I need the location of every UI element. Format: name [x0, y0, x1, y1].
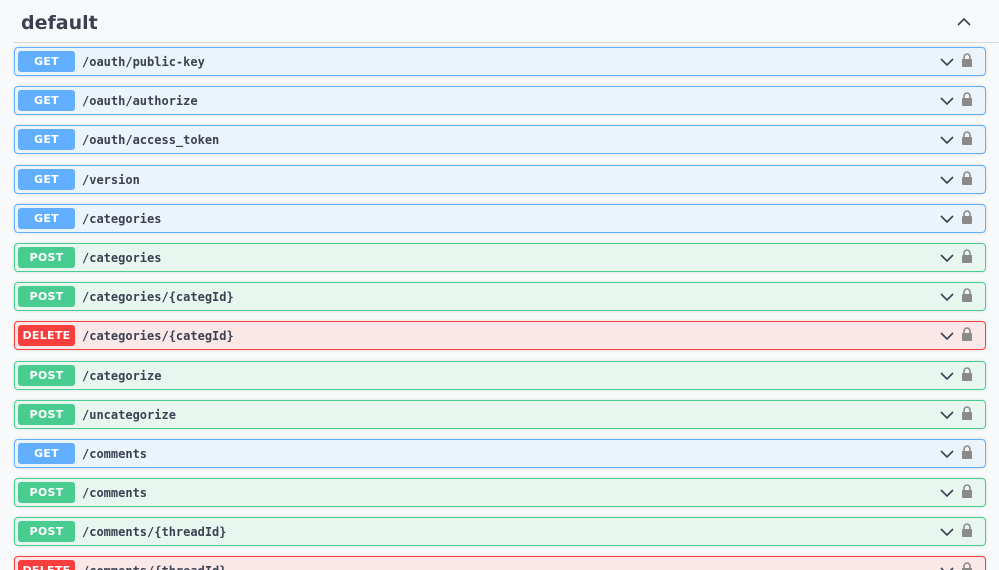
operation-path: /comments/{threadId}	[82, 564, 227, 570]
chevron-down-icon[interactable]	[940, 292, 954, 302]
method-badge: DELETE	[18, 560, 75, 570]
operation-path: /categories	[82, 211, 162, 226]
operation-row-get[interactable]: GET /comments	[14, 438, 986, 468]
lock-icon[interactable]	[961, 170, 973, 186]
chevron-down-icon[interactable]	[940, 566, 954, 570]
operation-row-get[interactable]: GET /categories	[14, 203, 986, 233]
operation-row-delete[interactable]: DELETE /comments/{threadId}	[14, 556, 986, 570]
operation-row-post[interactable]: POST /comments	[14, 478, 986, 508]
lock-icon[interactable]	[961, 210, 973, 225]
operation-path: /version	[82, 172, 140, 187]
operation-row-post[interactable]: POST /categories	[14, 242, 986, 272]
method-badge: GET	[18, 129, 75, 151]
operations-list: GET /oauth/public-key GET /oauth/authori…	[14, 47, 986, 570]
operation-row-post[interactable]: POST /uncategorize	[14, 399, 986, 429]
swagger-page: default GET /oauth/public-key GET /oauth…	[0, 0, 999, 570]
operation-row-post[interactable]: POST /categories/{categId}	[14, 282, 986, 312]
method-badge: POST	[18, 521, 75, 543]
operation-row-post[interactable]: POST /comments/{threadId}	[14, 517, 986, 547]
section-title: default	[21, 12, 98, 34]
lock-icon[interactable]	[961, 327, 973, 342]
chevron-down-icon[interactable]	[940, 488, 954, 498]
operation-path: /oauth/access_token	[82, 133, 220, 148]
chevron-down-icon[interactable]	[940, 96, 954, 106]
chevron-down-icon[interactable]	[940, 371, 954, 381]
operation-row-post[interactable]: POST /categorize	[14, 360, 986, 390]
lock-icon[interactable]	[961, 405, 973, 421]
operation-path: /comments	[82, 486, 148, 501]
method-badge: POST	[18, 364, 75, 386]
chevron-down-icon[interactable]	[940, 449, 954, 459]
lock-icon[interactable]	[961, 523, 973, 538]
operation-path: /categories/{categId}	[82, 290, 234, 305]
method-badge: GET	[18, 442, 75, 464]
operation-path: /categorize	[82, 368, 162, 383]
chevron-down-icon[interactable]	[940, 135, 954, 145]
method-badge: GET	[18, 168, 75, 190]
chevron-down-icon[interactable]	[940, 410, 954, 420]
method-badge: POST	[18, 403, 75, 425]
operation-path: /oauth/public-key	[82, 55, 205, 69]
operation-path: /comments	[82, 446, 148, 461]
operation-path: /categories	[82, 250, 162, 265]
chevron-down-icon[interactable]	[940, 214, 954, 224]
section-header-default[interactable]: default	[13, 0, 999, 43]
chevron-down-icon[interactable]	[940, 331, 954, 341]
method-badge: POST	[18, 482, 75, 504]
method-badge: GET	[18, 51, 75, 72]
operation-row-delete[interactable]: DELETE /categories/{categId}	[14, 321, 986, 351]
lock-icon[interactable]	[961, 288, 973, 303]
lock-icon[interactable]	[961, 484, 973, 499]
lock-icon[interactable]	[961, 562, 973, 570]
lock-icon[interactable]	[961, 131, 973, 146]
operation-path: /oauth/authorize	[82, 94, 198, 109]
method-badge: POST	[18, 286, 75, 308]
chevron-down-icon[interactable]	[940, 527, 954, 537]
lock-icon[interactable]	[961, 366, 973, 382]
operation-path: /comments/{threadId}	[82, 525, 227, 540]
lock-icon[interactable]	[961, 445, 973, 460]
lock-icon[interactable]	[961, 53, 973, 68]
operation-path: /uncategorize	[82, 407, 176, 422]
lock-icon[interactable]	[961, 92, 973, 107]
chevron-down-icon[interactable]	[940, 175, 954, 185]
operation-row-get[interactable]: GET /oauth/public-key	[14, 47, 986, 76]
method-badge: DELETE	[18, 325, 75, 347]
method-badge: GET	[18, 207, 75, 229]
operation-row-get[interactable]: GET /oauth/access_token	[14, 125, 986, 155]
lock-icon[interactable]	[961, 249, 973, 264]
chevron-down-icon[interactable]	[940, 57, 954, 67]
chevron-down-icon[interactable]	[940, 253, 954, 263]
chevron-up-icon[interactable]	[957, 17, 971, 27]
method-badge: GET	[18, 90, 75, 112]
operation-row-get[interactable]: GET /version	[14, 164, 986, 194]
method-badge: POST	[18, 246, 75, 268]
operation-row-get[interactable]: GET /oauth/authorize	[14, 86, 986, 116]
operation-path: /categories/{categId}	[82, 329, 234, 344]
